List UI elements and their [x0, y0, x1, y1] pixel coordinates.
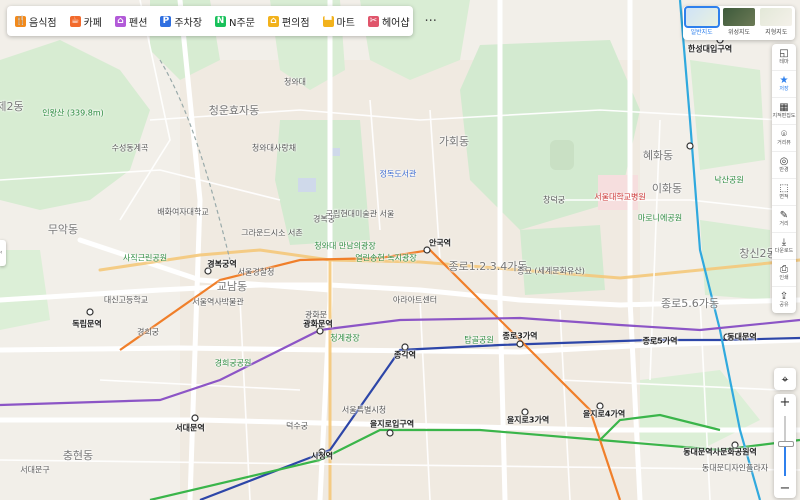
station-label[interactable]: 종각역 — [394, 350, 416, 361]
tool-download[interactable]: ⤓ 다운로드 — [772, 233, 796, 260]
tool-print[interactable]: ⎙ 인쇄 — [772, 260, 796, 287]
category-label: N주문 — [229, 17, 255, 29]
print-icon: ⎙ — [780, 264, 788, 275]
tool-label: 공유 — [779, 302, 789, 308]
category-convenience-store[interactable]: ⌂ 편의점 — [267, 14, 310, 29]
tool-area[interactable]: ⬚ 면적 — [772, 179, 796, 206]
zoom-control: + − — [774, 394, 796, 498]
star-icon: ★ — [779, 75, 789, 86]
hair-salon-icon: ✂ — [367, 15, 379, 27]
side-panel-toggle[interactable]: ‹ — [0, 240, 6, 266]
distance-icon: ✎ — [779, 210, 789, 221]
street-view-icon: ⌾ — [781, 129, 787, 140]
station-label[interactable]: 을지로입구역 — [370, 419, 414, 430]
share-icon: ⇪ — [779, 291, 789, 302]
category-label: 마트 — [336, 17, 355, 29]
parking-icon: P — [160, 15, 172, 27]
cafe-icon: ☕ — [69, 15, 81, 27]
map-thumbnail — [722, 8, 755, 26]
map-thumbnail — [760, 8, 793, 26]
more-categories-button[interactable]: ··· — [425, 14, 437, 29]
category-label: 음식점 — [29, 17, 57, 29]
locate-icon: ⌖ — [781, 371, 789, 386]
tool-label: 인쇄 — [779, 275, 789, 281]
layers-icon: ◱ — [779, 48, 789, 59]
station-label[interactable]: 동대문역 — [727, 332, 756, 343]
tool-label: 저장 — [779, 86, 789, 92]
station-label[interactable]: 안국역 — [429, 238, 451, 249]
category-hair-salon[interactable]: ✂ 헤어샵 — [367, 14, 410, 29]
pension-icon: ⌂ — [115, 15, 127, 27]
tool-label: 지적편집도 — [772, 113, 796, 119]
convenience-store-icon: ⌂ — [267, 15, 279, 27]
tool-label: 테마 — [779, 59, 789, 65]
category-label: 헤어샵 — [381, 17, 410, 29]
tool-distance[interactable]: ✎ 거리 — [772, 206, 796, 233]
cadastral-icon: ▦ — [779, 102, 789, 113]
map-canvas[interactable]: 무악동 청운효자동 가회동 종로1.2.3.4가동 교남동 혜화동 이화동 창신… — [0, 0, 800, 500]
jongmyo-area — [520, 225, 605, 295]
tool-save[interactable]: ★ 저장 — [772, 71, 796, 98]
category-pension[interactable]: ⌂ 펜션 — [115, 14, 147, 29]
zoom-slider-handle[interactable] — [778, 441, 794, 447]
station-label[interactable]: 종로5가역 — [642, 336, 677, 347]
map-tools-panel: ◱ 테마 ★ 저장 ▦ 지적편집도 ⌾ 거리뷰 ◎ 반경 ⬚ 면적 ✎ 거리 ⤓ 다운로드 ⎙ 인… — [772, 44, 796, 313]
mart-icon: ▀ — [322, 15, 334, 27]
map-type-label: 지형지도 — [765, 29, 788, 36]
zoom-out-button[interactable]: − — [774, 480, 796, 498]
station-label[interactable]: 을지로3가역 — [507, 415, 549, 426]
tool-label: 다운로드 — [774, 248, 794, 254]
tool-share[interactable]: ⇪ 공유 — [772, 287, 796, 313]
tool-label: 반경 — [779, 167, 789, 173]
category-parking[interactable]: P 주차장 — [160, 14, 202, 29]
station-label[interactable]: 서대문역 — [175, 423, 204, 434]
category-label: 카페 — [83, 17, 103, 29]
tool-street-view[interactable]: ⌾ 거리뷰 — [772, 125, 796, 152]
download-icon: ⤓ — [781, 237, 787, 248]
map-type-normal[interactable]: 일반지도 — [683, 6, 720, 36]
map-thumbnail — [683, 6, 720, 28]
map-type-satellite[interactable]: 위성지도 — [722, 8, 756, 36]
station-label[interactable]: 종로3가역 — [502, 331, 537, 342]
station-label[interactable]: 을지로4가역 — [583, 409, 625, 420]
tool-theme[interactable]: ◱ 테마 — [772, 44, 796, 71]
area-icon: ⬚ — [779, 183, 789, 194]
tool-label: 거리 — [779, 221, 789, 227]
tool-cadastral[interactable]: ▦ 지적편집도 — [772, 98, 796, 125]
tool-label: 면적 — [779, 194, 789, 200]
category-n-order[interactable]: N N주문 — [215, 14, 255, 29]
map-type-terrain[interactable]: 지형지도 — [759, 8, 793, 36]
current-location-button[interactable]: ⌖ — [774, 368, 796, 390]
radius-icon: ◎ — [779, 156, 789, 167]
category-label: 주차장 — [174, 17, 203, 29]
category-label: 편의점 — [281, 17, 310, 29]
category-mart[interactable]: ▀ 마트 — [322, 14, 355, 29]
tool-label: 거리뷰 — [777, 140, 791, 146]
zoom-level-fill — [784, 443, 786, 476]
station-label[interactable]: 경복궁역 — [207, 259, 236, 270]
tool-radius[interactable]: ◎ 반경 — [772, 152, 796, 179]
category-filter-bar: 🍴 음식점 ☕ 카페 ⌂ 펜션 P 주차장 N N주문 ⌂ 편의점 ▀ 마트 ✂ 헤어샵 ··· — [7, 6, 437, 36]
map-type-switcher: 일반지도 위성지도 지형지도 — [683, 6, 795, 40]
zoom-slider[interactable] — [778, 416, 794, 476]
station-label[interactable]: 한성대입구역 — [688, 44, 732, 55]
category-label: 펜션 — [129, 17, 148, 29]
station-label[interactable]: 동대문역사문화공원역 — [683, 447, 757, 458]
n-order-icon: N — [215, 15, 227, 27]
category-restaurant[interactable]: 🍴 음식점 — [15, 14, 57, 29]
zoom-in-button[interactable]: + — [774, 394, 796, 412]
category-cafe[interactable]: ☕ 카페 — [69, 14, 103, 29]
station-label[interactable]: 광화문역 — [303, 319, 332, 330]
station-label[interactable]: 독립문역 — [72, 319, 101, 330]
station-label[interactable]: 시청역 — [311, 451, 333, 462]
map-type-label: 위성지도 — [727, 29, 751, 36]
map-type-label: 일반지도 — [690, 29, 713, 36]
restaurant-icon: 🍴 — [15, 15, 27, 27]
gyeongbokgung-area — [275, 120, 370, 245]
